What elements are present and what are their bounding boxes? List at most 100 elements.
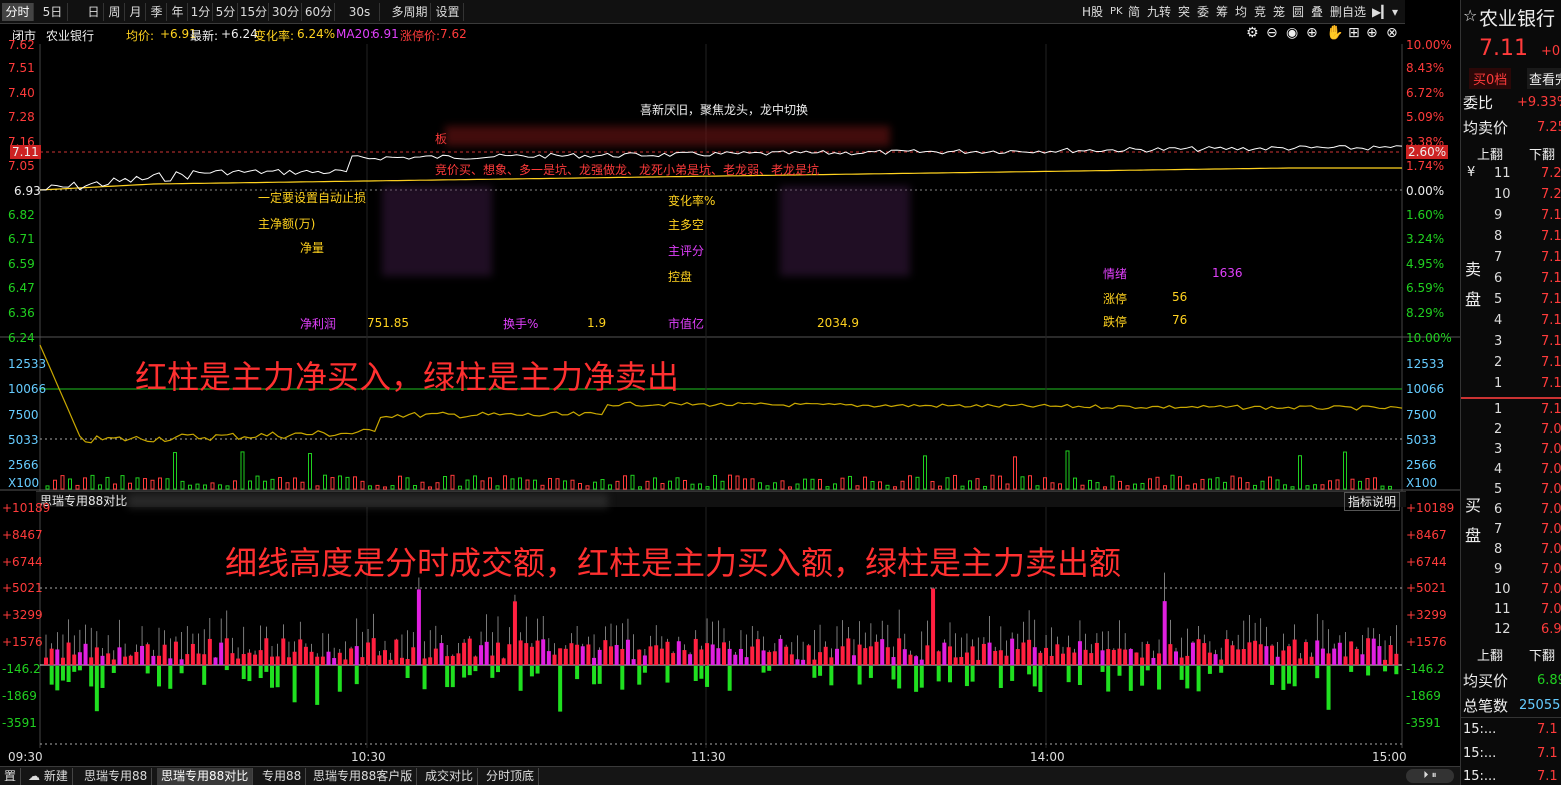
- main-buy-bar: [117, 647, 122, 665]
- stop-loss-note: 一定要设置自动止损: [258, 191, 367, 205]
- bottom-tab-new[interactable]: ☁ 新建: [24, 768, 73, 785]
- volume-bar: [270, 478, 275, 490]
- buy-level-price[interactable]: 7.0: [1541, 502, 1561, 517]
- main-sell-bar: [473, 666, 478, 672]
- indicator-name[interactable]: 思瑞专用88对比: [40, 492, 127, 509]
- volume-bar: [555, 478, 560, 490]
- buy-level-price[interactable]: 7.0: [1541, 542, 1561, 557]
- buy-level-price[interactable]: 7.0: [1541, 482, 1561, 497]
- sell-level-price[interactable]: 7.1: [1541, 208, 1561, 223]
- volume-bar: [908, 475, 912, 490]
- page-down-button[interactable]: 下翻: [1529, 645, 1555, 664]
- indicator-tick: +10189: [2, 501, 51, 515]
- star-icon[interactable]: ☆: [1463, 6, 1477, 25]
- volume-unit: X100: [8, 476, 40, 490]
- bottom-tab-intraday-top-bottom[interactable]: 分时顶底: [482, 768, 540, 785]
- bottom-tab-volume-compare[interactable]: 成交对比: [421, 768, 479, 785]
- main-buy-bar: [801, 659, 806, 665]
- volume-bar: [1163, 485, 1167, 490]
- main-buy-bar: [247, 652, 252, 665]
- main-buy-bar: [959, 656, 964, 665]
- bottom-tab-sirui88-client[interactable]: 思瑞专用88客户版: [309, 768, 418, 785]
- page-down-button[interactable]: 下翻: [1529, 144, 1555, 163]
- main-buy-bar: [705, 643, 710, 665]
- volume-bar: [1290, 486, 1295, 490]
- buy-level-price[interactable]: 7.1: [1541, 402, 1561, 417]
- sell-level-number: 9: [1494, 208, 1503, 223]
- price-tick-current: 7.11: [10, 145, 41, 159]
- indicator-help-button[interactable]: 指标说明: [1344, 492, 1401, 511]
- volume-bar: [195, 483, 200, 490]
- main-buy-bar: [659, 648, 664, 665]
- buy-level-price[interactable]: 7.0: [1541, 522, 1561, 537]
- sell-level-price[interactable]: 7.1: [1541, 376, 1561, 391]
- bottom-tab-special88[interactable]: 专用88: [258, 768, 307, 785]
- volume-bar: [1283, 484, 1287, 490]
- volume-bar: [878, 481, 882, 490]
- main-buy-bar: [128, 655, 133, 665]
- view-all-button[interactable]: 查看完: [1527, 68, 1561, 89]
- sell-level-price[interactable]: 7.1: [1541, 250, 1561, 265]
- buy-level-price[interactable]: 7.0: [1541, 462, 1561, 477]
- main-sell-bar: [1219, 666, 1224, 673]
- toggle-switch-icon[interactable]: ⏵ ⏸: [1406, 769, 1454, 783]
- buy-level-button[interactable]: 买0档: [1469, 68, 1512, 89]
- volume-bar: [690, 483, 695, 490]
- volume-bar: [885, 484, 890, 490]
- buy-level-price[interactable]: 7.0: [1541, 442, 1561, 457]
- volume-bar: [45, 485, 50, 490]
- main-buy-bar: [546, 651, 551, 665]
- buy-level-price[interactable]: 7.0: [1541, 562, 1561, 577]
- sell-level-price[interactable]: 7.2: [1541, 187, 1561, 202]
- volume-bar: [60, 475, 65, 490]
- main-buy-bar: [151, 655, 156, 665]
- volume-bar: [165, 478, 170, 490]
- main-buy-bar: [654, 645, 659, 665]
- main-buy-bar: [94, 647, 99, 665]
- main-sell-bar: [1106, 666, 1111, 692]
- net-profit-value: 751.85: [367, 316, 409, 330]
- main-buy-bar: [140, 645, 145, 665]
- buy-level-price[interactable]: 7.0: [1541, 422, 1561, 437]
- sell-level-price[interactable]: 7.1: [1541, 355, 1561, 370]
- page-up-button[interactable]: 上翻: [1477, 645, 1503, 664]
- sell-level-number: 3: [1494, 334, 1503, 349]
- bottom-tab-sirui88[interactable]: 思瑞专用88: [80, 768, 153, 785]
- volume-bar: [180, 480, 185, 490]
- sell-level-price[interactable]: 7.1: [1541, 271, 1561, 286]
- indicator-tick: +1576: [1406, 635, 1447, 649]
- main-buy-bar: [1117, 648, 1122, 665]
- volume-bar: [840, 477, 845, 490]
- main-sell-bar: [699, 666, 704, 679]
- buy-level-price[interactable]: 6.9: [1541, 622, 1561, 637]
- sell-level-price[interactable]: 7.2: [1541, 166, 1561, 181]
- volume-bar: [300, 481, 305, 490]
- volume-bar: [308, 453, 312, 490]
- sell-level-price[interactable]: 7.1: [1541, 292, 1561, 307]
- buy-side-label: 盘: [1465, 526, 1482, 545]
- main-buy-bar: [1247, 642, 1252, 665]
- volume-bar: [810, 478, 815, 490]
- sell-level-price[interactable]: 7.1: [1541, 334, 1561, 349]
- main-sell-bar: [1270, 666, 1275, 685]
- main-buy-bar: [942, 642, 947, 665]
- sell-level-price[interactable]: 7.1: [1541, 229, 1561, 244]
- volume-bar: [630, 474, 635, 490]
- main-buy-bar: [411, 647, 416, 665]
- bottom-tab-settings[interactable]: 置: [0, 768, 22, 785]
- page-up-button[interactable]: 上翻: [1477, 144, 1503, 163]
- buy-level-price[interactable]: 7.0: [1541, 602, 1561, 617]
- main-buy-bar: [185, 654, 190, 665]
- volume-bar: [443, 476, 447, 490]
- volume-bar: [203, 484, 207, 490]
- main-sell-bar: [264, 666, 269, 672]
- main-buy-bar: [1230, 645, 1235, 665]
- volume-bar: [1373, 477, 1377, 490]
- sell-level-price[interactable]: 7.1: [1541, 313, 1561, 328]
- bottom-tab-sirui88-compare[interactable]: 思瑞专用88对比: [157, 768, 254, 785]
- volume-bar: [90, 474, 95, 490]
- buy-level-price[interactable]: 7.0: [1541, 582, 1561, 597]
- buy-side-label: 买: [1465, 496, 1482, 515]
- main-sell-bar: [1179, 666, 1184, 680]
- volume-bar: [750, 478, 755, 490]
